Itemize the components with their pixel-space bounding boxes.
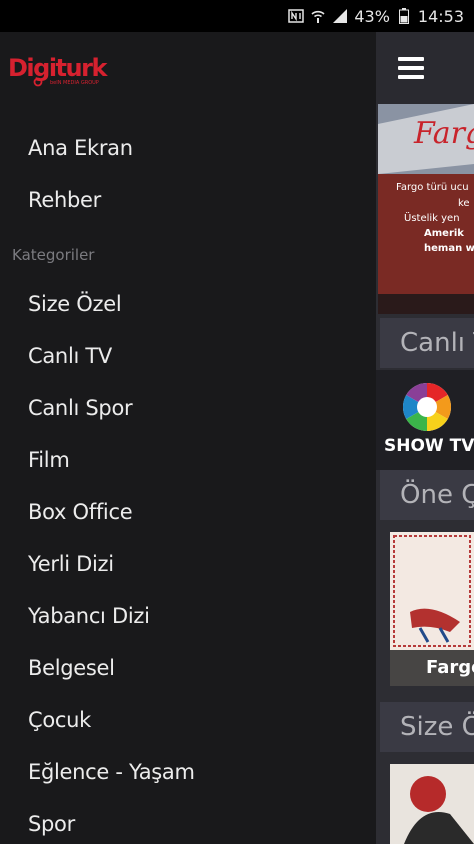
banner-line-5: heman w — [424, 243, 474, 254]
menu-item-yabanci-dizi[interactable]: Yabancı Dizi — [28, 604, 150, 628]
navigation-drawer: Digiturk beIN MEDIA GROUP Ana Ekran Rehb… — [0, 32, 376, 844]
banner-title: Fargo — [414, 116, 474, 151]
app-toolbar — [376, 32, 474, 104]
nfc-icon — [288, 8, 305, 24]
menu-item-canli-tv[interactable]: Canlı TV — [28, 344, 112, 368]
menu-item-size-ozel[interactable]: Size Özel — [28, 292, 122, 316]
wifi-icon — [310, 8, 326, 24]
channel-name: SHOW TV — [384, 436, 474, 456]
section-header-one-cikanlar[interactable]: Öne Çık — [380, 470, 474, 520]
main-content: Fargo Fargo türü ucu ke Üstelik yen Amer… — [376, 32, 474, 844]
channel-card-show-tv[interactable]: SHOW TV — [376, 370, 474, 470]
banner-line-4: Amerik — [424, 228, 464, 239]
menu-item-spor[interactable]: Spor — [28, 812, 75, 836]
banner-line-3: Üstelik yen — [404, 213, 460, 224]
menu-item-belgesel[interactable]: Belgesel — [28, 656, 115, 680]
banner-line-1: Fargo türü ucu — [396, 182, 469, 193]
menu-item-eglence-yasam[interactable]: Eğlence - Yaşam — [28, 760, 195, 784]
content-card-poster[interactable] — [390, 764, 474, 844]
featured-banner[interactable]: Fargo Fargo türü ucu ke Üstelik yen Amer… — [378, 104, 474, 314]
card-title: Fargo — [390, 650, 474, 686]
content-card-fargo[interactable]: Fargo — [390, 532, 474, 686]
menu-item-canli-spor[interactable]: Canlı Spor — [28, 396, 133, 420]
digiturk-logo: Digiturk beIN MEDIA GROUP — [8, 52, 110, 88]
menu-item-yerli-dizi[interactable]: Yerli Dizi — [28, 552, 114, 576]
signal-icon — [332, 8, 348, 24]
svg-text:beIN MEDIA GROUP: beIN MEDIA GROUP — [50, 80, 99, 86]
banner-line-2: ke — [458, 198, 470, 209]
section-header-size-ozel[interactable]: Size Öz — [380, 702, 474, 752]
show-tv-logo — [402, 383, 452, 431]
menu-item-film[interactable]: Film — [28, 448, 70, 472]
hamburger-menu-icon[interactable] — [398, 57, 424, 79]
section-label-kategoriler: Kategoriler — [12, 246, 95, 264]
battery-percent: 43% — [354, 6, 390, 26]
status-bar: 43% 14:53 — [0, 0, 474, 32]
section-header-canli-tv[interactable]: Canlı T — [380, 318, 474, 368]
battery-icon — [396, 8, 412, 24]
menu-item-box-office[interactable]: Box Office — [28, 500, 133, 524]
menu-item-rehber[interactable]: Rehber — [28, 188, 101, 212]
clock: 14:53 — [417, 6, 464, 26]
svg-text:Digiturk: Digiturk — [8, 54, 108, 82]
menu-item-ana-ekran[interactable]: Ana Ekran — [28, 136, 133, 160]
menu-item-cocuk[interactable]: Çocuk — [28, 708, 91, 732]
